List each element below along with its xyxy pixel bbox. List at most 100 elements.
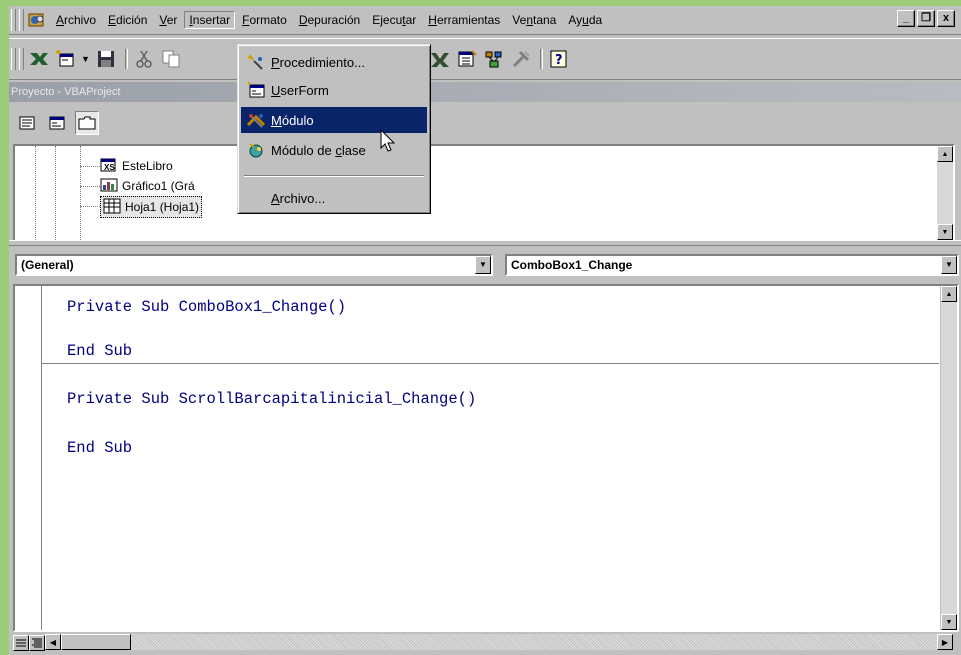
menu-depuracin[interactable]: Depuración <box>294 11 365 29</box>
menu-item-accelerator: P <box>271 54 280 70</box>
menu-formato[interactable]: Formato <box>237 11 292 29</box>
view-code-button[interactable] <box>15 111 39 135</box>
menubar-grip-2 <box>19 9 24 31</box>
copy-button[interactable] <box>159 47 183 71</box>
procedure-combo[interactable]: ComboBox1_Change ▼ <box>505 254 959 276</box>
menu-label-rest: epuración <box>307 13 361 27</box>
menu-label-rest: da <box>588 13 603 27</box>
project-explorer-toolbar <box>9 103 961 143</box>
menu-label-rest: nsertar <box>192 13 231 27</box>
menu-item-accelerator: M <box>271 112 282 128</box>
project-explorer-title: Proyecto - VBAProject <box>9 82 961 102</box>
minimize-button[interactable]: _ <box>897 10 915 27</box>
toolbox-button[interactable] <box>509 47 533 71</box>
insert-userform-icon <box>55 49 74 67</box>
menubar-grip[interactable] <box>11 9 16 31</box>
insert-object-button[interactable] <box>54 47 78 71</box>
procedure-combo-dropdown[interactable]: ▼ <box>941 256 957 274</box>
standard-toolbar: ▼ ? <box>9 38 961 80</box>
insert-menu-item[interactable]: Procedimiento... <box>241 49 427 75</box>
code-line[interactable]: End Sub <box>67 439 132 457</box>
procedure-separator <box>42 363 939 364</box>
code-margin[interactable] <box>15 286 42 630</box>
insert-menu-item[interactable]: Archivo... <box>241 185 427 211</box>
code-line[interactable]: Private Sub ScrollBarcapitalinicial_Chan… <box>67 390 476 408</box>
menu-edicin[interactable]: Edición <box>103 11 152 29</box>
chart-sheet-icon <box>100 177 118 196</box>
menu-insertar[interactable]: Insertar <box>184 11 236 29</box>
restore-button[interactable]: ❐ <box>917 10 935 27</box>
object-combo[interactable]: (General) ▼ <box>15 254 493 276</box>
object-browser-button[interactable] <box>482 47 506 71</box>
project-tree: XS EsteLibro Gráfico1 (Grá Hoja1 (Hoja1) ▲ … <box>13 144 955 242</box>
menu-item-label-rest: serForm <box>280 82 329 98</box>
help-button[interactable]: ? <box>547 47 571 71</box>
save-button[interactable] <box>94 47 118 71</box>
dropdown-arrow-icon[interactable]: ▼ <box>81 54 90 64</box>
code-line[interactable]: End Sub <box>67 342 132 360</box>
tree-item[interactable]: Hoja1 (Hoja1) <box>100 196 203 218</box>
vba-editor-window: Archivo Edición Ver Insertar Formato Depuraci… <box>9 6 961 655</box>
scroll-left-button[interactable]: ◀ <box>45 634 61 650</box>
menu-ejecutar[interactable]: Ejecutar <box>367 11 421 29</box>
menu-label-accelerator: E <box>108 13 117 27</box>
menu-item-label-prefix: Módulo de <box>271 142 336 158</box>
code-editor[interactable]: Private Sub ComboBox1_Change() End Sub P… <box>13 284 959 632</box>
vba-app-icon[interactable] <box>27 11 47 29</box>
code-vertical-scrollbar[interactable]: ▲ ▼ <box>940 286 957 630</box>
copy-icon <box>162 50 180 68</box>
folder-icon <box>78 116 96 130</box>
tree-item[interactable]: XS EsteLibro <box>100 156 173 176</box>
cut-button[interactable] <box>132 47 156 71</box>
procedure-view-button[interactable] <box>13 635 29 651</box>
tree-item-label: Gráfico1 (Grá <box>122 179 195 193</box>
left-arrow-icon: ◀ <box>49 637 57 647</box>
full-module-view-icon <box>32 638 42 648</box>
menu-archivo[interactable]: Archivo <box>51 11 101 29</box>
menu-ventana[interactable]: Ventana <box>507 11 561 29</box>
worksheet-icon <box>103 198 121 217</box>
menu-ver[interactable]: Ver <box>154 11 182 29</box>
tree-vertical-scrollbar[interactable]: ▲ ▼ <box>937 146 953 240</box>
help-icon: ? <box>550 50 567 68</box>
menu-label-prefix: Ay <box>568 13 583 27</box>
code-horizontal-scrollbar[interactable] <box>61 634 953 650</box>
menu-label-accelerator: V <box>159 13 167 27</box>
toolbar-separator <box>124 49 128 69</box>
workbook-icon: XS <box>100 157 118 176</box>
menu-ayuda[interactable]: Ayuda <box>563 11 607 29</box>
toolbox-icon <box>512 50 530 68</box>
full-module-view-button[interactable] <box>29 635 45 651</box>
floppy-disk-icon <box>97 51 114 67</box>
menu-label-rest: ar <box>405 13 417 27</box>
insert-menu-dropdown: Procedimiento... UserForm Módulo Módulo de … <box>237 44 431 214</box>
tree-item[interactable]: Gráfico1 (Grá <box>100 176 195 196</box>
chevron-down-icon: ▼ <box>479 260 487 269</box>
scroll-up-button[interactable]: ▲ <box>941 286 957 302</box>
menu-label-accelerator: u <box>582 13 589 27</box>
horizontal-scroll-thumb[interactable] <box>61 634 131 650</box>
menu-label-prefix: Ve <box>512 13 527 27</box>
code-line[interactable]: Private Sub ComboBox1_Change() <box>67 298 346 316</box>
properties-icon <box>458 50 477 67</box>
scroll-up-button[interactable]: ▲ <box>937 146 953 162</box>
menu-label-rest: dición <box>116 13 148 27</box>
insert-menu-item[interactable]: UserForm <box>241 77 427 103</box>
menu-separator <box>244 175 424 177</box>
menu-label-accelerator: A <box>56 13 65 27</box>
close-button[interactable]: x <box>937 10 955 27</box>
toolbar-grip[interactable] <box>11 48 16 70</box>
class-module-icon <box>245 140 267 160</box>
menu-herramientas[interactable]: Herramientas <box>423 11 505 29</box>
view-object-button[interactable] <box>45 111 69 135</box>
project-explorer-button[interactable] <box>428 47 452 71</box>
menu-label-accelerator: n <box>526 13 533 27</box>
menu-label-accelerator: H <box>428 13 437 27</box>
scroll-down-button[interactable]: ▼ <box>941 614 957 630</box>
properties-window-button[interactable] <box>455 47 479 71</box>
toggle-folders-button[interactable] <box>75 111 99 135</box>
view-excel-button[interactable] <box>27 47 51 71</box>
scroll-down-button[interactable]: ▼ <box>937 224 953 240</box>
scroll-right-button[interactable]: ▶ <box>937 634 953 650</box>
object-combo-dropdown[interactable]: ▼ <box>475 256 491 274</box>
